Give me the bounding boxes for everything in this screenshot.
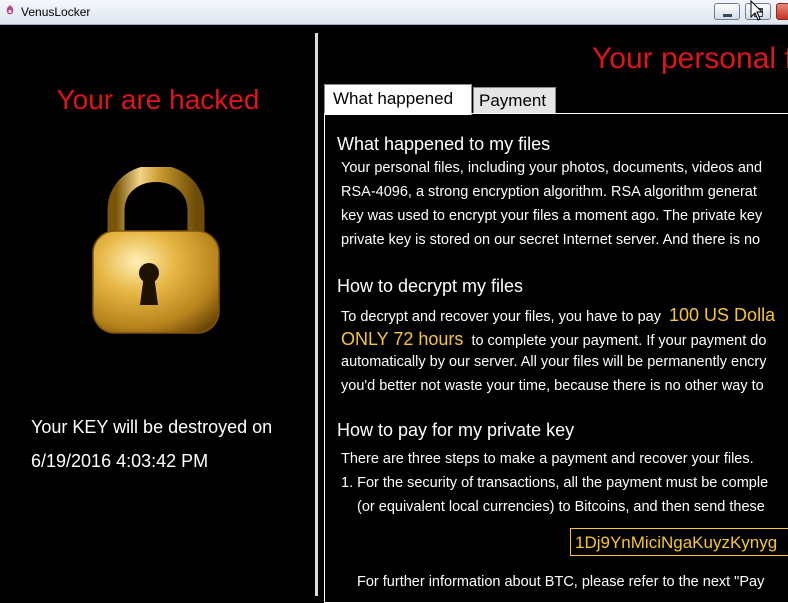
panel-divider [315,33,318,596]
section-title-what-happened: What happened to my files [337,134,551,154]
pay-step-1-line-1: 1. For the security of transactions, all… [341,475,769,491]
hacked-message: Your are hacked [56,84,260,115]
window-title-bar[interactable]: VenusLocker [0,0,788,25]
ransom-amount: 100 US Dolla [669,305,776,325]
btc-further-info: For further information about BTC, pleas… [357,574,765,590]
section-title-how-to-pay: How to pay for my private key [337,420,575,440]
window-title: VenusLocker [21,5,91,19]
minimize-button[interactable] [714,3,740,20]
app-icon [6,5,14,15]
key-destroy-label: Your KEY will be destroyed on [31,417,273,437]
decrypt-line-1: To decrypt and recover your files, you h… [341,305,775,326]
close-button[interactable] [776,3,788,20]
pay-intro: There are three steps to make a payment … [341,451,754,467]
decrypt-line-2-text: to complete your payment. If your paymen… [471,333,767,349]
time-limit: ONLY 72 hours [341,329,464,349]
decrypt-line-4: you'd better not waste your time, becaus… [341,378,764,394]
deadline-timestamp: 6/19/2016 4:03:42 PM [31,451,209,471]
btc-address-field[interactable]: 1Dj9YnMiciNgaKuyzKynyg [570,528,788,556]
what-happened-line: key was used to encrypt your files a mom… [341,208,763,224]
what-happened-line: RSA-4096, a strong encryption algorithm.… [341,184,757,200]
section-title-how-to-decrypt: How to decrypt my files [337,276,524,296]
padlock-icon [92,167,220,334]
pay-step-1-line-2: (or equivalent local currencies) to Bitc… [357,499,765,515]
headline: Your personal f [592,42,788,75]
what-happened-line: Your personal files, including your phot… [341,160,763,176]
tab-what-happened[interactable]: What happened [324,84,472,115]
mouse-cursor-icon [750,0,764,21]
tab-content[interactable]: What happened to my files Your personal … [330,115,788,596]
decrypt-line-3: automatically by our server. All your fi… [341,354,767,370]
decrypt-line-1-text: To decrypt and recover your files, you h… [341,309,661,325]
what-happened-line: private key is stored on our secret Inte… [341,232,761,248]
decrypt-line-2: ONLY 72 hours to complete your payment. … [341,329,766,350]
tab-payment[interactable]: Payment [473,87,556,114]
